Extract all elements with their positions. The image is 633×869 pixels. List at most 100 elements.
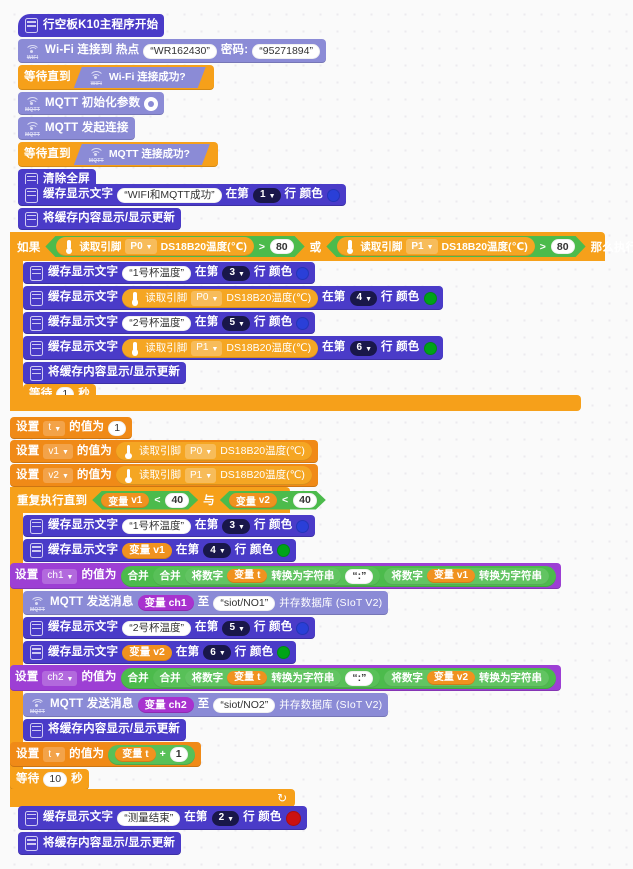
pin-dropdown[interactable]: P0 ▼ <box>185 444 217 459</box>
threshold-field[interactable]: 40 <box>165 493 189 508</box>
block-set-v1[interactable]: 设置 v1 ▼ 的值为 读取引脚 P0 ▼ DS18B20温度(℃) <box>10 440 318 463</box>
line-dropdown[interactable]: 2 ▼ <box>211 810 240 826</box>
pin-dropdown[interactable]: P0 ▼ <box>125 239 156 254</box>
show-text-value[interactable]: “2号杯温度” <box>122 620 192 636</box>
variable-t-pill[interactable]: 变量 t <box>115 747 156 762</box>
wifi-ssid-field[interactable]: “WR162430” <box>143 43 217 59</box>
block-show-text-cup1[interactable]: 缓存显示文字 “1号杯温度” 在第 3 ▼ 行 颜色 <box>23 515 316 537</box>
line-dropdown[interactable]: 3 ▼ <box>222 518 250 534</box>
color-swatch[interactable] <box>296 316 310 330</box>
addend-field[interactable]: 1 <box>169 747 188 762</box>
addition-operator[interactable]: 变量 t + 1 <box>108 744 195 765</box>
block-wait-until-mqtt[interactable]: 等待直到 MQTT MQTT 连接成功? <box>18 142 218 167</box>
repeat-condition-b[interactable]: 变量 v2 < 40 <box>220 491 326 510</box>
variable-ch2-pill[interactable]: 变量 ch2 <box>137 697 194 713</box>
block-refresh-display[interactable]: 将缓存内容显示/显示更新 <box>18 832 182 855</box>
wifi-password-field[interactable]: “95271894” <box>252 43 320 59</box>
block-show-text-end[interactable]: 缓存显示文字 “测量结束” 在第 2 ▼ 行 颜色 <box>18 806 307 830</box>
variable-dropdown[interactable]: v2 ▼ <box>43 468 73 483</box>
pin-dropdown[interactable]: P1 ▼ <box>185 468 217 483</box>
read-temp-p1-reporter[interactable]: 读取引脚 P1 ▼ DS18B20温度(℃) <box>337 237 534 256</box>
color-swatch[interactable] <box>296 266 310 280</box>
show-text-value[interactable]: “2号杯温度” <box>122 315 192 331</box>
read-temp-p0-reporter[interactable]: 读取引脚 P0 ▼ DS18B20温度(℃) <box>122 288 319 308</box>
block-increment-t[interactable]: 设置 t ▼ 的值为 变量 t + 1 <box>10 742 201 767</box>
read-temp-p0-reporter[interactable]: 读取引脚 P0 ▼ DS18B20温度(℃) <box>56 237 253 256</box>
wait-seconds-field[interactable]: 10 <box>43 772 68 787</box>
variable-v1-pill[interactable]: 变量 v1 <box>122 542 172 559</box>
block-set-v2[interactable]: 设置 v2 ▼ 的值为 读取引脚 P1 ▼ DS18B20温度(℃) <box>10 464 318 487</box>
separator-field[interactable]: “:” <box>345 670 374 686</box>
number-to-string-v1[interactable]: 将数字 变量 v1 转换为字符串 <box>384 567 550 585</box>
line-dropdown[interactable]: 1 ▼ <box>253 187 281 203</box>
read-temp-p0-reporter[interactable]: 读取引脚 P0 ▼ DS18B20温度(℃) <box>116 442 312 461</box>
block-if-condition[interactable]: 如果 读取引脚 P0 ▼ DS18B20温度(℃) > 80 或 读取引脚 P1 ▼… <box>10 232 633 261</box>
join-outer-operator[interactable]: 合并 合并 将数字 变量 t 转换为字符串 “:” 将数字 变量 v1 转换为字… <box>120 565 557 587</box>
show-text-value[interactable]: “WIFI和MQTT成功” <box>117 187 222 203</box>
block-show-var-v1[interactable]: 缓存显示文字 变量 v1 在第 4 ▼ 行 颜色 <box>23 539 297 562</box>
mqtt-topic-field[interactable]: “siot/NO1” <box>213 595 276 611</box>
wifi-connected-condition[interactable]: WIFI Wi-Fi 连接成功? <box>74 67 206 88</box>
line-dropdown[interactable]: 6 ▼ <box>349 340 378 356</box>
line-dropdown[interactable]: 5 ▼ <box>222 315 250 331</box>
variable-dropdown[interactable]: ch2 ▼ <box>42 670 78 686</box>
threshold-field[interactable]: 80 <box>551 239 575 254</box>
variable-dropdown[interactable]: t ▼ <box>43 747 66 762</box>
variable-v2-pill[interactable]: 变量 v2 <box>229 493 277 508</box>
block-program-start[interactable]: 行空板K10主程序开始 <box>18 14 165 37</box>
block-wait-until-wifi[interactable]: 等待直到 WIFI Wi-Fi 连接成功? <box>18 65 214 90</box>
variable-dropdown[interactable]: v1 ▼ <box>43 444 73 459</box>
pin-dropdown[interactable]: P1 ▼ <box>406 239 437 254</box>
block-set-ch2[interactable]: 设置 ch2 ▼ 的值为 合并 合并 将数字 变量 t 转换为字符串 “:” 将数… <box>10 665 562 691</box>
block-show-text-cup2[interactable]: 缓存显示文字 “2号杯温度” 在第 5 ▼ 行 颜色 <box>23 617 316 639</box>
gear-icon[interactable] <box>144 96 159 111</box>
line-dropdown[interactable]: 4 ▼ <box>349 290 378 306</box>
block-repeat-until[interactable]: 重复执行直到 变量 v1 < 40 与 变量 v2 < 40 <box>10 487 290 513</box>
color-swatch[interactable] <box>327 188 341 202</box>
block-show-temp-p1[interactable]: 缓存显示文字 读取引脚 P1 ▼ DS18B20温度(℃) 在第 6 ▼ 行 颜色 <box>23 336 443 360</box>
variable-v2-pill[interactable]: 变量 v2 <box>122 644 172 661</box>
line-dropdown[interactable]: 3 ▼ <box>222 265 250 281</box>
read-temp-p1-reporter[interactable]: 读取引脚 P1 ▼ DS18B20温度(℃) <box>116 466 312 485</box>
repeat-condition-a[interactable]: 变量 v1 < 40 <box>92 491 198 510</box>
variable-ch1-pill[interactable]: 变量 ch1 <box>137 595 194 611</box>
block-set-ch1[interactable]: 设置 ch1 ▼ 的值为 合并 合并 将数字 变量 t 转换为字符串 “:” 将数… <box>10 563 562 589</box>
threshold-field[interactable]: 80 <box>270 239 294 254</box>
mqtt-connected-condition[interactable]: MQTT MQTT 连接成功? <box>74 144 210 165</box>
variable-t-pill[interactable]: 变量 t <box>227 569 268 583</box>
pin-dropdown[interactable]: P1 ▼ <box>191 340 223 356</box>
threshold-field[interactable]: 40 <box>293 493 317 508</box>
variable-v1-pill[interactable]: 变量 v1 <box>426 569 476 583</box>
join-inner-operator[interactable]: 合并 将数字 变量 t 转换为字符串 “:” <box>152 566 381 586</box>
pin-dropdown[interactable]: P0 ▼ <box>191 290 223 306</box>
if-condition-a[interactable]: 读取引脚 P0 ▼ DS18B20温度(℃) > 80 <box>45 236 304 257</box>
variable-dropdown[interactable]: ch1 ▼ <box>42 568 78 584</box>
block-wait-seconds[interactable]: 等待 10 秒 <box>10 769 89 790</box>
variable-t-pill[interactable]: 变量 t <box>227 671 268 685</box>
block-show-text-cup2[interactable]: 缓存显示文字 “2号杯温度” 在第 5 ▼ 行 颜色 <box>23 312 316 334</box>
color-swatch[interactable] <box>423 341 437 355</box>
set-value-field[interactable]: 1 <box>108 420 127 436</box>
color-swatch[interactable] <box>277 646 291 659</box>
block-refresh-display[interactable]: 将缓存内容显示/显示更新 <box>23 719 187 741</box>
color-swatch[interactable] <box>277 544 291 557</box>
block-mqtt-publish-ch1[interactable]: MQTT MQTT 发送消息 变量 ch1 至 “siot/NO1” 并存数据库… <box>23 591 389 615</box>
block-wifi-connect[interactable]: WIFI Wi-Fi 连接到 热点 “WR162430” 密码: “952718… <box>18 39 326 63</box>
join-outer-operator[interactable]: 合并 合并 将数字 变量 t 转换为字符串 “:” 将数字 变量 v2 转换为字… <box>120 667 557 689</box>
separator-field[interactable]: “:” <box>345 568 374 584</box>
color-swatch[interactable] <box>296 519 310 533</box>
line-dropdown[interactable]: 6 ▼ <box>203 645 231 660</box>
variable-v1-pill[interactable]: 变量 v1 <box>101 493 149 508</box>
block-workspace[interactable]: 行空板K10主程序开始 WIFI Wi-Fi 连接到 热点 “WR162430”… <box>0 0 633 869</box>
color-swatch[interactable] <box>296 621 310 635</box>
join-inner-operator[interactable]: 合并 将数字 变量 t 转换为字符串 “:” <box>152 668 381 688</box>
line-dropdown[interactable]: 5 ▼ <box>222 620 250 636</box>
color-swatch[interactable] <box>423 291 437 305</box>
number-to-string-v2[interactable]: 将数字 变量 v2 转换为字符串 <box>384 669 550 687</box>
variable-v2-pill[interactable]: 变量 v2 <box>426 671 476 685</box>
variable-dropdown[interactable]: t ▼ <box>43 420 66 436</box>
block-show-text-cup1[interactable]: 缓存显示文字 “1号杯温度” 在第 3 ▼ 行 颜色 <box>23 262 316 284</box>
block-mqtt-init[interactable]: MQTT MQTT 初始化参数 <box>18 92 165 115</box>
block-refresh-display[interactable]: 将缓存内容显示/显示更新 <box>23 362 187 384</box>
block-mqtt-connect[interactable]: MQTT MQTT 发起连接 <box>18 117 135 140</box>
